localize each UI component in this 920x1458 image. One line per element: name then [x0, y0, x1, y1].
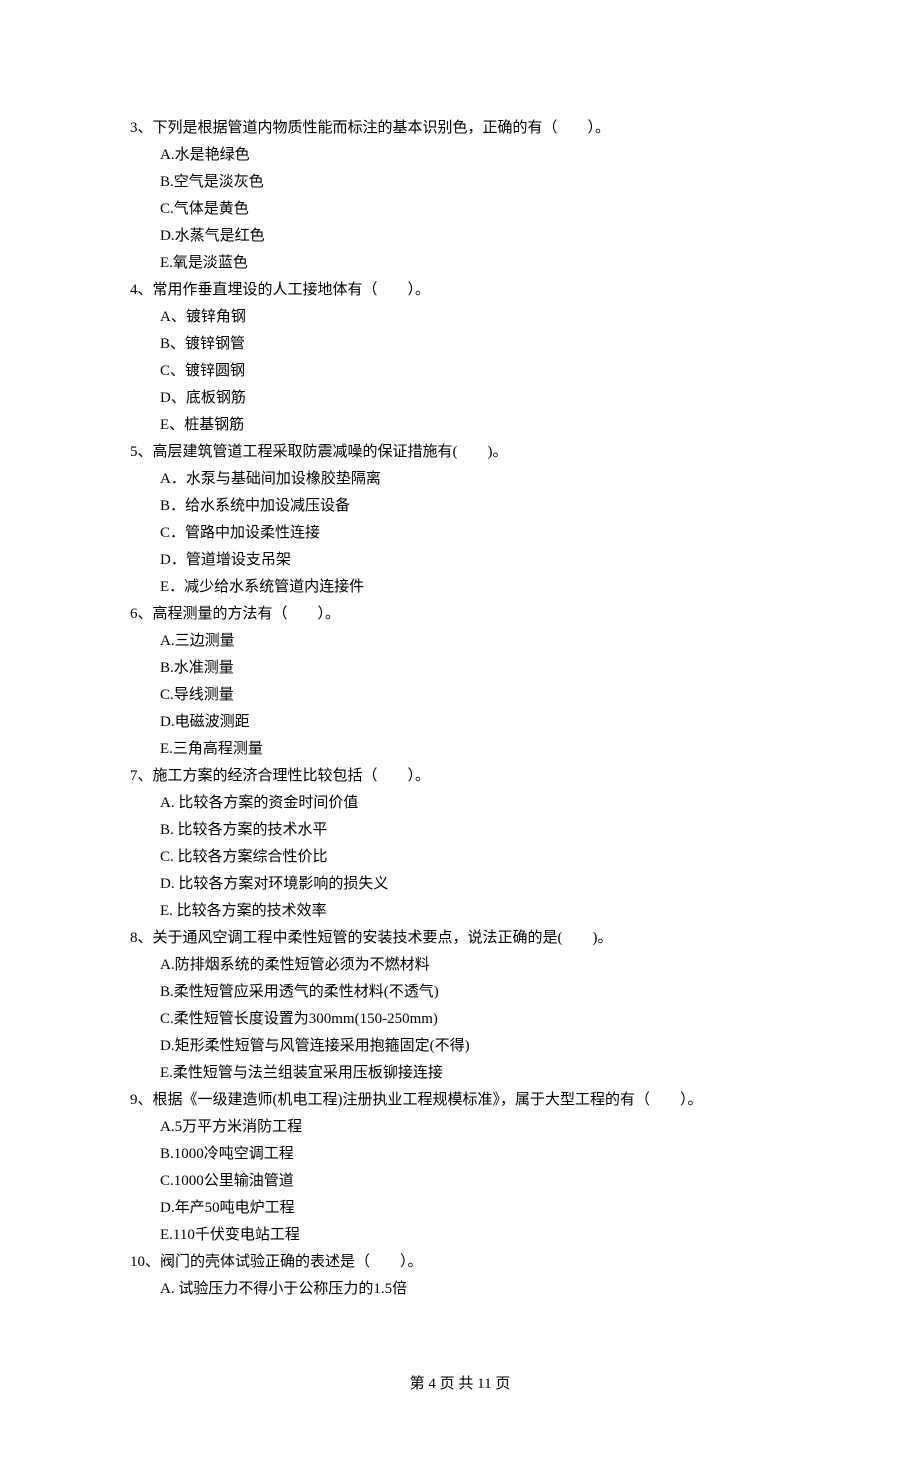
option: E.氧是淡蓝色	[160, 250, 790, 277]
option: B.水准测量	[160, 655, 790, 682]
options-list: A. 试验压力不得小于公称压力的1.5倍	[130, 1276, 790, 1303]
option: A. 比较各方案的资金时间价值	[160, 790, 790, 817]
option: A.防排烟系统的柔性短管必须为不燃材料	[160, 952, 790, 979]
option: D.矩形柔性短管与风管连接采用抱箍固定(不得)	[160, 1033, 790, 1060]
options-list: A. 比较各方案的资金时间价值B. 比较各方案的技术水平C. 比较各方案综合性价…	[130, 790, 790, 925]
option: D. 比较各方案对环境影响的损失义	[160, 871, 790, 898]
option: B.空气是淡灰色	[160, 169, 790, 196]
option: A．水泵与基础间加设橡胶垫隔离	[160, 466, 790, 493]
question-stem: 7、施工方案的经济合理性比较包括（ ）。	[130, 763, 790, 790]
question-stem: 10、阀门的壳体试验正确的表述是（ ）。	[130, 1249, 790, 1276]
question-text: 根据《一级建造师(机电工程)注册执业工程规模标准》，属于大型工程的有（ ）。	[153, 1092, 703, 1108]
question-text: 高层建筑管道工程采取防震减噪的保证措施有( )。	[153, 444, 508, 460]
option: A. 试验压力不得小于公称压力的1.5倍	[160, 1276, 790, 1303]
option: D.电磁波测距	[160, 709, 790, 736]
option: E、桩基钢筋	[160, 412, 790, 439]
option: C.柔性短管长度设置为300mm(150-250mm)	[160, 1006, 790, 1033]
question-number: 3、	[130, 120, 153, 136]
option: D.年产50吨电炉工程	[160, 1195, 790, 1222]
question: 5、高层建筑管道工程采取防震减噪的保证措施有( )。A．水泵与基础间加设橡胶垫隔…	[130, 439, 790, 601]
option: E.柔性短管与法兰组装宜采用压板铆接连接	[160, 1060, 790, 1087]
options-list: A.三边测量B.水准测量C.导线测量D.电磁波测距E.三角高程测量	[130, 628, 790, 763]
option: E.110千伏变电站工程	[160, 1222, 790, 1249]
question: 9、根据《一级建造师(机电工程)注册执业工程规模标准》，属于大型工程的有（ ）。…	[130, 1087, 790, 1249]
page-footer: 第 4 页 共 11 页	[130, 1371, 790, 1398]
option: A.三边测量	[160, 628, 790, 655]
question-stem: 6、高程测量的方法有（ ）。	[130, 601, 790, 628]
question-stem: 8、关于通风空调工程中柔性短管的安装技术要点，说法正确的是( )。	[130, 925, 790, 952]
question-number: 8、	[130, 930, 153, 946]
question-number: 10、	[130, 1254, 160, 1270]
option: E. 比较各方案的技术效率	[160, 898, 790, 925]
option: A.水是艳绿色	[160, 142, 790, 169]
question-stem: 4、常用作垂直埋设的人工接地体有（ ）。	[130, 277, 790, 304]
question: 7、施工方案的经济合理性比较包括（ ）。A. 比较各方案的资金时间价值B. 比较…	[130, 763, 790, 925]
option: C. 比较各方案综合性价比	[160, 844, 790, 871]
question-stem: 3、下列是根据管道内物质性能而标注的基本识别色，正确的有（ ）。	[130, 115, 790, 142]
option: E．减少给水系统管道内连接件	[160, 574, 790, 601]
option: B.1000冷吨空调工程	[160, 1141, 790, 1168]
question: 4、常用作垂直埋设的人工接地体有（ ）。A、镀锌角钢B、镀锌钢管C、镀锌圆钢D、…	[130, 277, 790, 439]
question-text: 高程测量的方法有（ ）。	[153, 606, 341, 622]
options-list: A.5万平方米消防工程B.1000冷吨空调工程C.1000公里输油管道D.年产5…	[130, 1114, 790, 1249]
option: B. 比较各方案的技术水平	[160, 817, 790, 844]
option: B、镀锌钢管	[160, 331, 790, 358]
question: 6、高程测量的方法有（ ）。A.三边测量B.水准测量C.导线测量D.电磁波测距E…	[130, 601, 790, 763]
document-page: 3、下列是根据管道内物质性能而标注的基本识别色，正确的有（ ）。A.水是艳绿色B…	[0, 0, 920, 1458]
question-stem: 9、根据《一级建造师(机电工程)注册执业工程规模标准》，属于大型工程的有（ ）。	[130, 1087, 790, 1114]
question-number: 9、	[130, 1092, 153, 1108]
option: D、底板钢筋	[160, 385, 790, 412]
option: C．管路中加设柔性连接	[160, 520, 790, 547]
question: 10、阀门的壳体试验正确的表述是（ ）。A. 试验压力不得小于公称压力的1.5倍	[130, 1249, 790, 1303]
question-number: 4、	[130, 282, 153, 298]
option: C.气体是黄色	[160, 196, 790, 223]
option: A、镀锌角钢	[160, 304, 790, 331]
option: C.1000公里输油管道	[160, 1168, 790, 1195]
options-list: A.防排烟系统的柔性短管必须为不燃材料B.柔性短管应采用透气的柔性材料(不透气)…	[130, 952, 790, 1087]
question-text: 阀门的壳体试验正确的表述是（ ）。	[160, 1254, 423, 1270]
question-number: 6、	[130, 606, 153, 622]
options-list: A、镀锌角钢B、镀锌钢管C、镀锌圆钢D、底板钢筋E、桩基钢筋	[130, 304, 790, 439]
question-text: 下列是根据管道内物质性能而标注的基本识别色，正确的有（ ）。	[153, 120, 611, 136]
option: C.导线测量	[160, 682, 790, 709]
option: E.三角高程测量	[160, 736, 790, 763]
question-text: 施工方案的经济合理性比较包括（ ）。	[153, 768, 431, 784]
options-list: A.水是艳绿色B.空气是淡灰色C.气体是黄色D.水蒸气是红色E.氧是淡蓝色	[130, 142, 790, 277]
question-stem: 5、高层建筑管道工程采取防震减噪的保证措施有( )。	[130, 439, 790, 466]
question-text: 关于通风空调工程中柔性短管的安装技术要点，说法正确的是( )。	[153, 930, 613, 946]
option: D.水蒸气是红色	[160, 223, 790, 250]
options-list: A．水泵与基础间加设橡胶垫隔离B．给水系统中加设减压设备C．管路中加设柔性连接D…	[130, 466, 790, 601]
question: 3、下列是根据管道内物质性能而标注的基本识别色，正确的有（ ）。A.水是艳绿色B…	[130, 115, 790, 277]
question: 8、关于通风空调工程中柔性短管的安装技术要点，说法正确的是( )。A.防排烟系统…	[130, 925, 790, 1087]
option: B．给水系统中加设减压设备	[160, 493, 790, 520]
option: B.柔性短管应采用透气的柔性材料(不透气)	[160, 979, 790, 1006]
question-number: 5、	[130, 444, 153, 460]
option: C、镀锌圆钢	[160, 358, 790, 385]
question-text: 常用作垂直埋设的人工接地体有（ ）。	[153, 282, 431, 298]
question-number: 7、	[130, 768, 153, 784]
questions-list: 3、下列是根据管道内物质性能而标注的基本识别色，正确的有（ ）。A.水是艳绿色B…	[130, 115, 790, 1303]
option: A.5万平方米消防工程	[160, 1114, 790, 1141]
option: D．管道增设支吊架	[160, 547, 790, 574]
